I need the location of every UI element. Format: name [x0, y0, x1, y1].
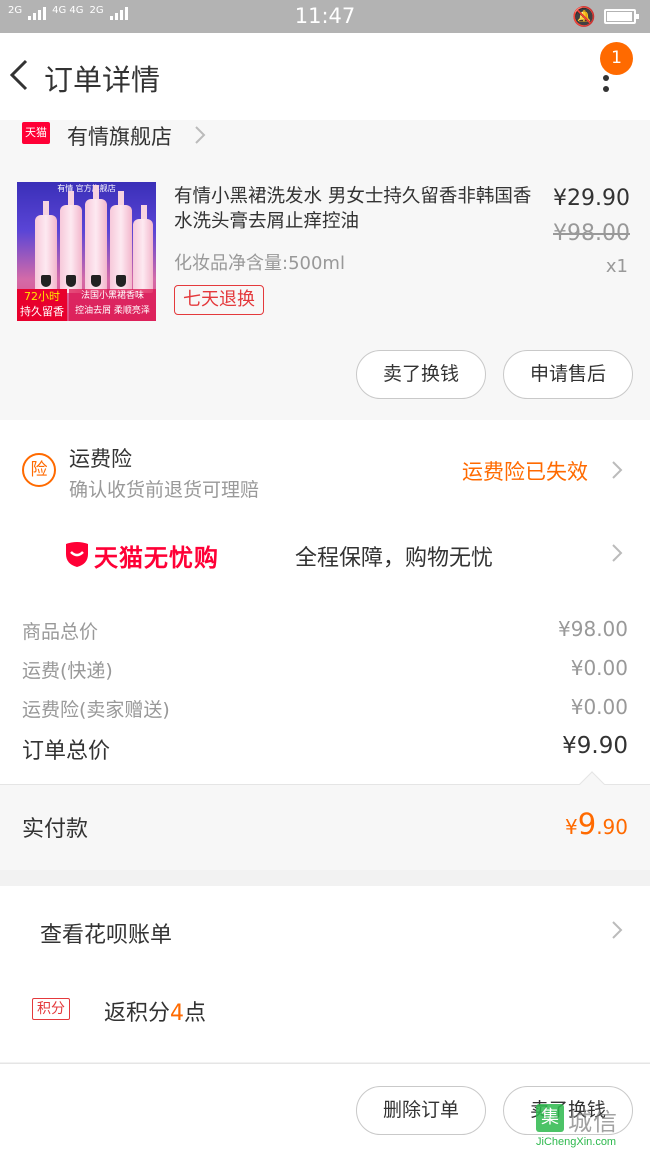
- currency-symbol: ¥: [565, 815, 578, 839]
- insurance-subtitle: 确认收货前退货可理赔: [69, 479, 260, 501]
- status-bar: 2G 4G 4G 2G 11:47 🔕: [0, 0, 650, 33]
- shipping-insurance-row[interactable]: 险 运费险 确认收货前退货可理赔 运费险已失效: [0, 420, 650, 516]
- product-quantity: x1: [605, 256, 628, 277]
- after-sale-button[interactable]: 申请售后: [503, 350, 633, 399]
- points-reward: 返积分4点: [104, 995, 206, 1027]
- price-summary: 商品总价 ¥98.00 运费(快递) ¥0.00 运费险(卖家赠送) ¥0.00…: [0, 598, 650, 797]
- bottle-shape: [133, 205, 153, 293]
- product-image-tags: 法国小黑裙香味 控油去屑 柔顺亮泽: [69, 289, 156, 321]
- muted-bell-icon: 🔕: [572, 6, 596, 28]
- chevron-right-icon: [612, 461, 623, 479]
- watermark-text: 城信: [568, 1108, 618, 1136]
- wuyou-slogan: 全程保障，购物无忧: [295, 546, 494, 571]
- product-original-price: ¥98.00: [553, 221, 630, 246]
- watermark-url: JiChengXin.com: [536, 1136, 617, 1148]
- points-tag: 积分: [32, 998, 70, 1020]
- tag-line-1: 法国小黑裙香味: [80, 291, 144, 301]
- insurance-icon: 险: [22, 453, 56, 487]
- watermark-logo: 集: [536, 1104, 564, 1132]
- dress-graphic: [116, 275, 126, 287]
- actual-payment-label: 实付款: [22, 817, 89, 842]
- summary-value: ¥0.00: [570, 656, 628, 680]
- app-header: 订单详情 1: [0, 33, 650, 120]
- tmall-wuyou-row[interactable]: 天猫无忧购 全程保障，购物无忧: [0, 516, 650, 598]
- product-image-brand: 有情 官方旗舰店: [57, 184, 116, 193]
- tag-line-2: 控油去屑 柔顺亮泽: [75, 306, 150, 316]
- order-total-value: ¥9.90: [562, 733, 628, 759]
- clock: 11:47: [294, 4, 356, 28]
- summary-label: 商品总价: [22, 621, 99, 643]
- points-suffix: 点: [184, 1001, 207, 1026]
- tmall-tag: 天猫: [22, 122, 50, 144]
- badge-line-1: 72小时: [24, 290, 60, 303]
- actual-payment-amount: ¥9.90: [565, 807, 628, 841]
- amount-integer: 9: [577, 807, 597, 841]
- product-spec: 化妆品净含量:500ml: [174, 253, 345, 274]
- actual-payment-row: 实付款 ¥9.90: [0, 785, 650, 870]
- battery-icon: [604, 9, 639, 24]
- amount-decimal: .90: [596, 815, 628, 839]
- extra-info: 查看花呗账单 积分 返积分4点: [0, 886, 650, 1062]
- summary-value: ¥98.00: [558, 617, 628, 641]
- points-value: 4: [170, 1001, 185, 1026]
- points-prefix: 返积分: [104, 1001, 171, 1026]
- summary-row: 商品总价 ¥98.00: [22, 617, 628, 647]
- shield-icon: [66, 542, 88, 567]
- back-arrow-icon[interactable]: [6, 55, 36, 95]
- summary-label: 运费险(卖家赠送): [22, 699, 170, 721]
- summary-label: 运费(快递): [22, 660, 113, 682]
- huabei-bill-link[interactable]: 查看花呗账单: [40, 917, 172, 949]
- delete-order-button[interactable]: 删除订单: [356, 1086, 486, 1135]
- notification-badge[interactable]: 1: [600, 42, 633, 75]
- insurance-status[interactable]: 运费险已失效: [462, 456, 588, 486]
- product-title[interactable]: 有情小黑裙洗发水 男女士持久留香非韩国香水洗头膏去屑止痒控油: [174, 184, 534, 234]
- dress-graphic: [41, 275, 51, 287]
- product-card[interactable]: 有情 官方旗舰店 72小时 持久留香 法国小黑裙香味 控油去屑 柔顺亮泽 有情小…: [0, 170, 650, 420]
- site-watermark: 集 城信 JiChengXin.com: [530, 1102, 648, 1154]
- order-total-label: 订单总价: [22, 739, 111, 764]
- wuyou-brand: 天猫无忧购: [94, 544, 219, 572]
- summary-row: 运费(快递) ¥0.00: [22, 656, 628, 686]
- chevron-right-icon: [612, 921, 623, 939]
- summary-value: ¥0.00: [570, 695, 628, 719]
- return-policy-badge: 七天退换: [174, 285, 264, 315]
- dress-graphic: [91, 275, 101, 287]
- page-title: 订单详情: [44, 63, 161, 97]
- sell-for-cash-button[interactable]: 卖了换钱: [356, 350, 486, 399]
- product-image[interactable]: 有情 官方旗舰店 72小时 持久留香 法国小黑裙香味 控油去屑 柔顺亮泽: [17, 182, 156, 321]
- insurance-title: 运费险: [69, 447, 132, 471]
- chevron-right-icon: [612, 544, 623, 562]
- chevron-right-icon: [195, 126, 206, 144]
- order-total-row: 订单总价 ¥9.90: [22, 733, 628, 764]
- summary-row: 运费险(卖家赠送) ¥0.00: [22, 695, 628, 725]
- product-price: ¥29.90: [553, 186, 630, 211]
- dress-graphic: [66, 275, 76, 287]
- shop-name[interactable]: 有情旗舰店: [67, 121, 172, 151]
- product-image-badge: 72小时 持久留香: [17, 289, 67, 321]
- shop-row[interactable]: 天猫 有情旗舰店: [0, 120, 650, 170]
- badge-line-2: 持久留香: [20, 305, 64, 318]
